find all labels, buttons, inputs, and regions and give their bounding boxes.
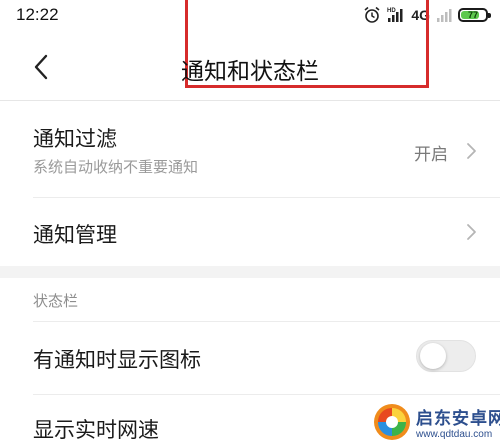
- notification-filter-title: 通知过滤: [33, 127, 117, 151]
- status-bar: 12:22 HD 4G 77: [0, 0, 500, 32]
- settings-screen: 12:22 HD 4G 77 通知和状态栏 通知过滤 系统自动收纳不重要通知 开…: [0, 0, 500, 448]
- battery-level-text: 77: [467, 10, 478, 20]
- battery-icon: 77: [458, 8, 491, 22]
- section-header-status-bar: 状态栏: [33, 292, 79, 310]
- watermark-url: www.qdtdau.com: [416, 429, 493, 440]
- notification-filter-value: 开启: [414, 145, 448, 165]
- notification-management-title: 通知管理: [33, 223, 117, 247]
- watermark-text: 启东安卓网 www.qdtdau.com: [416, 404, 500, 440]
- network-type-label: 4G: [411, 7, 430, 23]
- section-separator: [0, 266, 500, 278]
- status-icons: HD 4G 77: [363, 5, 491, 25]
- alarm-icon: [363, 6, 381, 24]
- chevron-right-icon: [467, 143, 476, 159]
- status-time: 12:22: [16, 5, 59, 24]
- page-title: 通知和状态栏: [181, 59, 319, 85]
- notification-filter-subtitle: 系统自动收纳不重要通知: [33, 158, 199, 176]
- notification-management-row[interactable]: 通知管理: [0, 198, 500, 266]
- realtime-speed-title: 显示实时网速: [33, 418, 159, 442]
- watermark: 启东安卓网 www.qdtdau.com: [372, 398, 500, 446]
- battery-nub: [488, 13, 491, 18]
- hd-text: HD: [387, 8, 396, 14]
- show-notification-icons-toggle[interactable]: [416, 340, 476, 372]
- watermark-logo-icon: [374, 404, 410, 440]
- page-header: 通知和状态栏: [0, 32, 500, 100]
- toggle-knob: [420, 343, 446, 369]
- notification-filter-row[interactable]: 通知过滤 系统自动收纳不重要通知 开启: [0, 101, 500, 197]
- show-notification-icons-title: 有通知时显示图标: [33, 348, 201, 372]
- watermark-title: 启东安卓网: [416, 409, 500, 429]
- signal-weak-icon: [436, 7, 452, 23]
- signal-strength-icon: HD: [387, 7, 405, 23]
- chevron-right-icon: [467, 224, 476, 240]
